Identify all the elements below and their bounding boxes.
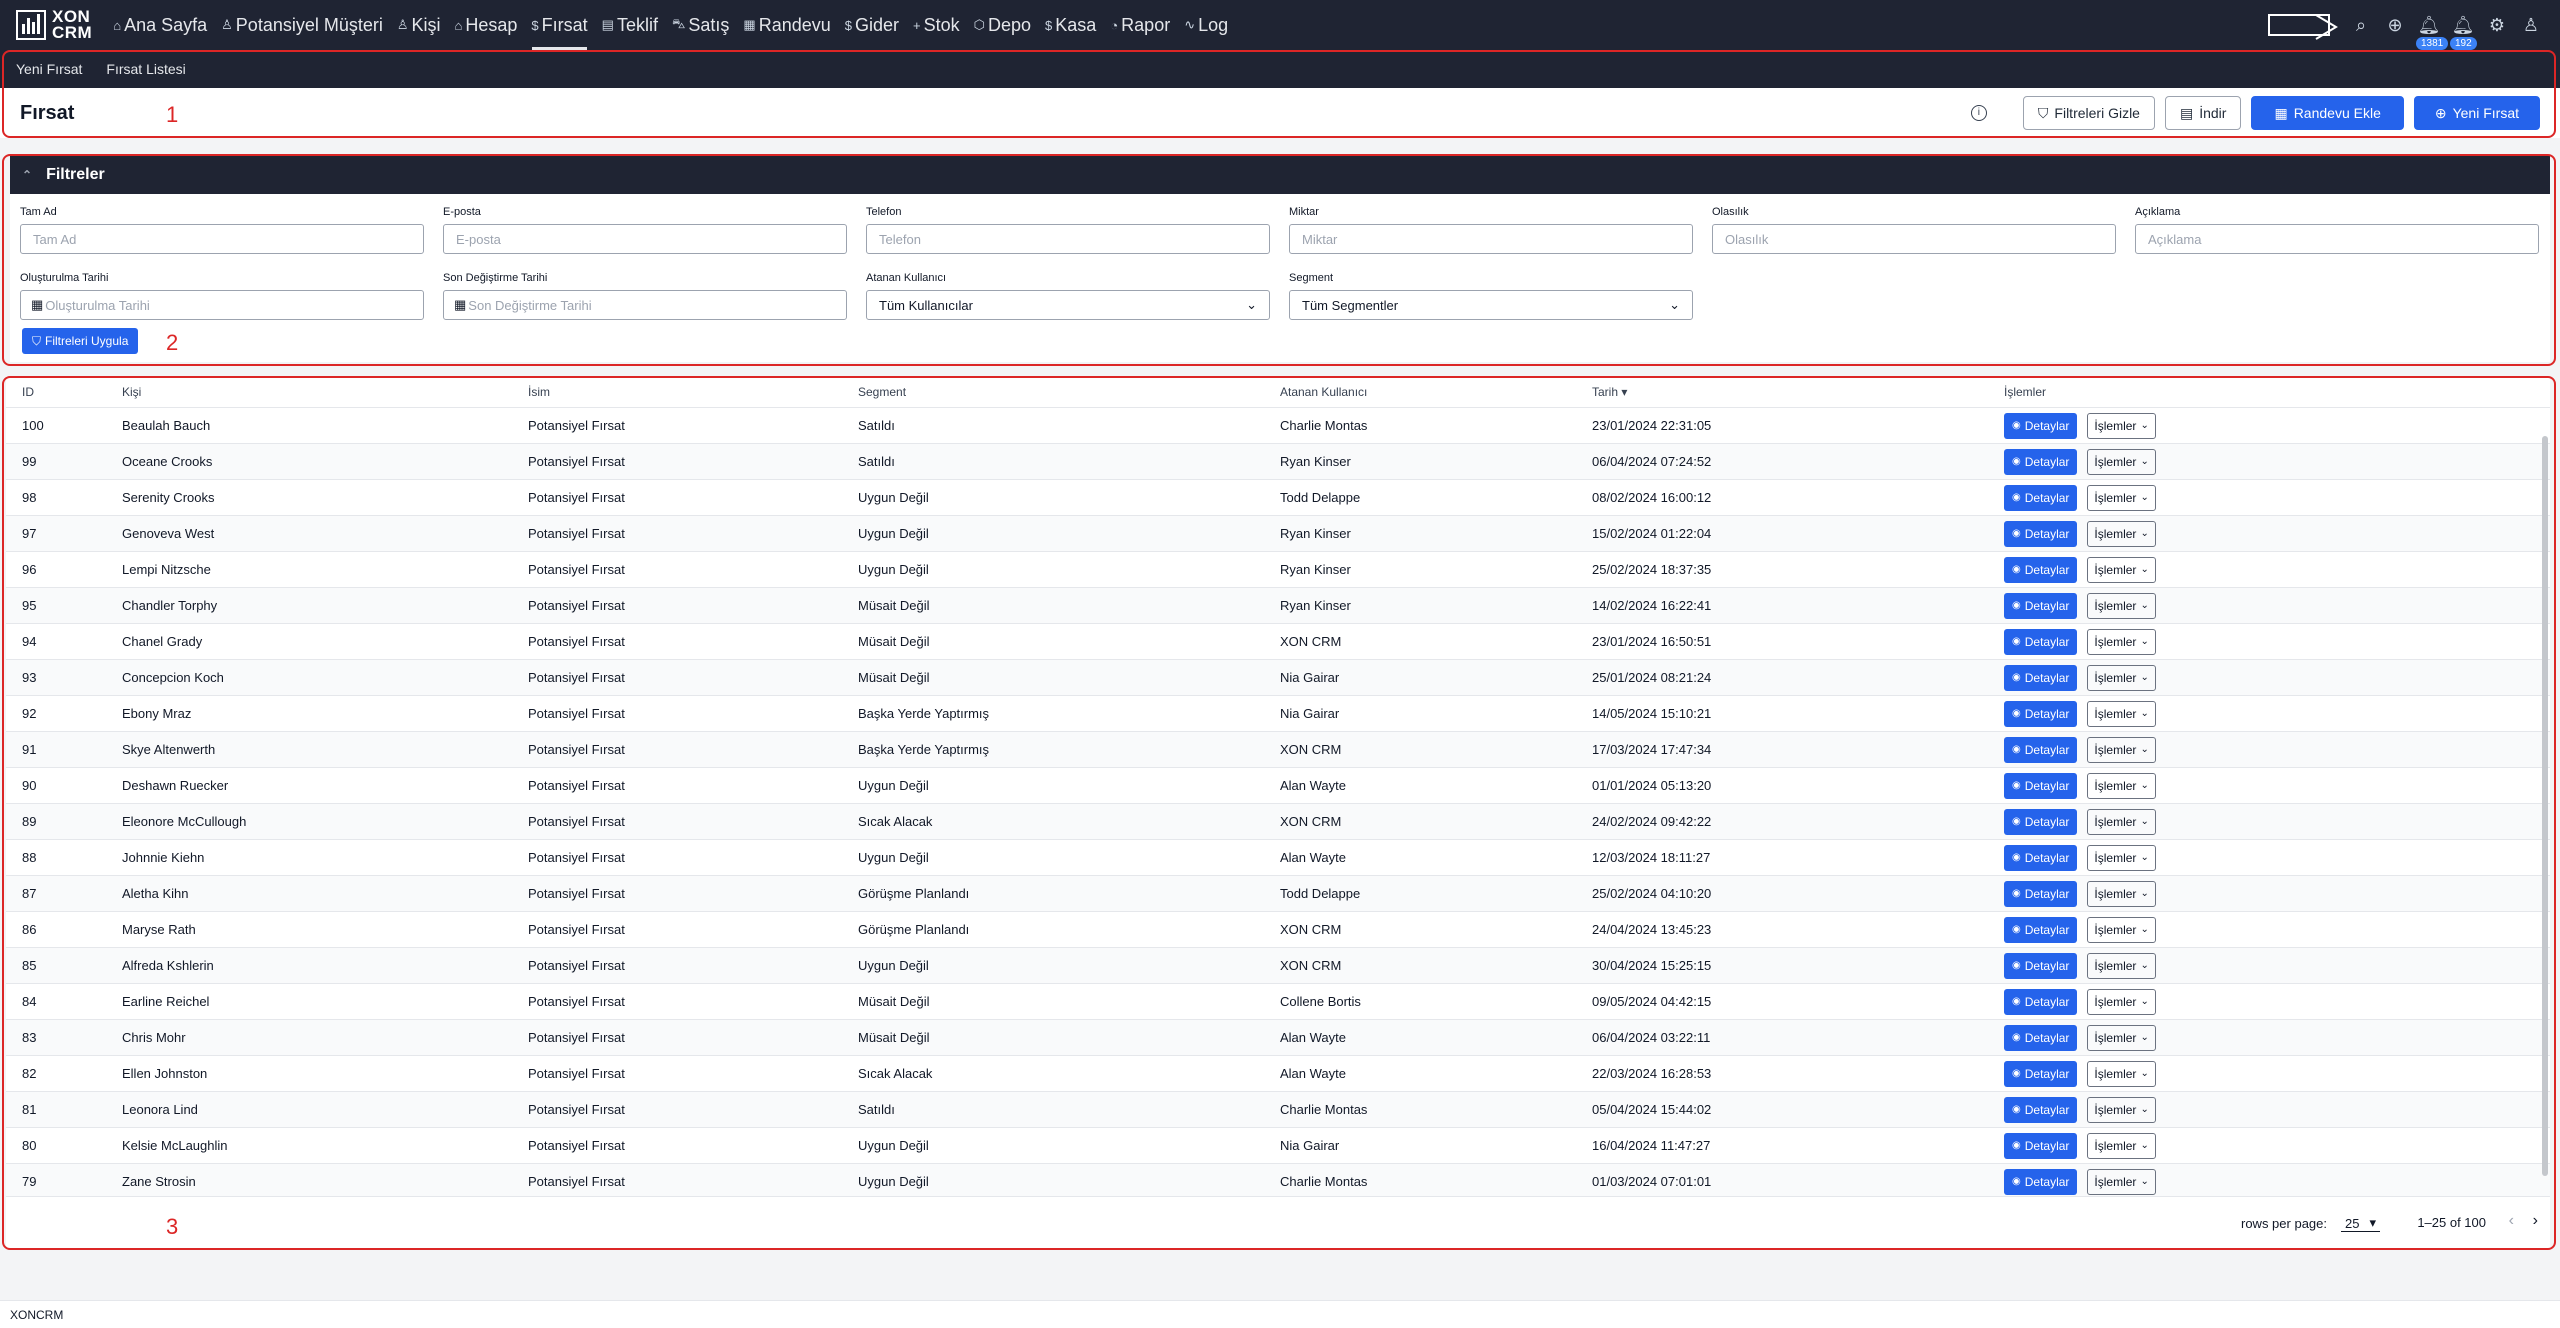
top-navbar: XON CRM ⌂ Ana Sayfa ♙ Potansiyel Müşteri ♙ Ki… (0, 0, 2560, 50)
logo-chart-icon (16, 10, 46, 40)
user-profile-icon[interactable]: ♙ (2514, 15, 2548, 36)
dollar-icon: $ (844, 17, 853, 33)
person-icon: ♙ (221, 17, 233, 32)
home-icon: ⌂ (454, 17, 463, 33)
footer: XONCRM (0, 1300, 2560, 1328)
nav-item-label: Stok (923, 14, 960, 35)
nav-item-label: Gider (855, 14, 900, 35)
nav-item-4[interactable]: $ Fırsat (524, 0, 594, 50)
arrow-shape-button[interactable] (2268, 14, 2338, 40)
annotation-box-1 (2, 50, 2556, 138)
nav-item-label: Log (1198, 14, 1229, 35)
nav-item-7[interactable]: ▦ Randevu (736, 0, 837, 50)
dollar-icon: $ (1045, 17, 1053, 33)
calendar-icon: ▦ (743, 17, 756, 32)
nav-item-label: Satış (688, 14, 730, 35)
nav-item-label: Kişi (411, 14, 441, 35)
annotation-box-3 (2, 376, 2556, 1250)
gear-icon[interactable]: ⚙ (2480, 15, 2514, 36)
notification-bell-icon[interactable]: 🔔︎ 1381 (2412, 15, 2449, 50)
main-menu: ⌂ Ana Sayfa ♙ Potansiyel Müşteri ♙ Kişi ⌂ Hesap… (106, 0, 1235, 50)
nav-item-1[interactable]: ♙ Potansiyel Müşteri (214, 0, 390, 50)
nav-item-3[interactable]: ⌂ Hesap (448, 0, 525, 50)
nav-item-9[interactable]: + Stok (906, 0, 967, 50)
annotation-label-1: 1 (166, 102, 179, 127)
nav-item-label: Depo (988, 14, 1032, 35)
nav-item-label: Potansiyel Müşteri (235, 14, 383, 35)
alert-badge: 192 (2450, 36, 2477, 50)
arrow-icon (2315, 14, 2338, 40)
activity-icon: ∿ (1184, 17, 1196, 32)
nav-item-6[interactable]: ⛍ Satış (665, 0, 736, 50)
alert-bell-icon[interactable]: 🔔︎ 192 (2446, 15, 2480, 50)
nav-item-label: Teklif (616, 14, 658, 35)
footer-text: XONCRM (10, 1307, 64, 1322)
nav-item-11[interactable]: $ Kasa (1038, 0, 1103, 50)
nav-item-12[interactable]: ◔ Rapor (1103, 0, 1177, 50)
nav-item-8[interactable]: $ Gider (838, 0, 906, 50)
nav-item-label: Randevu (758, 14, 831, 35)
app-logo[interactable]: XON CRM (16, 8, 93, 42)
nav-item-label: Fırsat (541, 14, 588, 35)
nav-right-tools: ⌕ ⊕ 🔔︎ 1381 🔔︎ 192 ⚙ ♙ (2268, 0, 2548, 50)
nav-item-10[interactable]: ⬡ Depo (967, 0, 1038, 50)
nav-item-label: Kasa (1055, 14, 1097, 35)
annotation-label-2: 2 (166, 330, 179, 355)
plus-icon: + (913, 17, 921, 33)
add-circle-icon[interactable]: ⊕ (2378, 15, 2412, 36)
nav-item-label: Ana Sayfa (124, 14, 208, 35)
cart-icon: ⛍ (671, 16, 686, 31)
search-icon[interactable]: ⌕ (2344, 15, 2378, 36)
logo-text-bottom: CRM (52, 23, 93, 42)
nav-item-5[interactable]: ▤ Teklif (595, 0, 665, 50)
annotation-label-3: 3 (166, 1214, 179, 1239)
document-icon: ▤ (601, 17, 614, 32)
nav-item-label: Hesap (465, 14, 518, 35)
annotation-box-2 (2, 154, 2556, 366)
box-icon: ⬡ (973, 17, 986, 32)
people-icon: ♙ (396, 17, 409, 32)
nav-item-label: Rapor (1121, 14, 1171, 35)
notification-badge: 1381 (2416, 36, 2449, 50)
home-icon: ⌂ (113, 17, 122, 33)
nav-item-2[interactable]: ♙ Kişi (390, 0, 448, 50)
nav-item-13[interactable]: ∿ Log (1177, 0, 1235, 50)
nav-item-0[interactable]: ⌂ Ana Sayfa (106, 0, 214, 50)
dollar-icon: $ (531, 17, 539, 33)
chart-icon: ◔ (1110, 17, 1119, 33)
